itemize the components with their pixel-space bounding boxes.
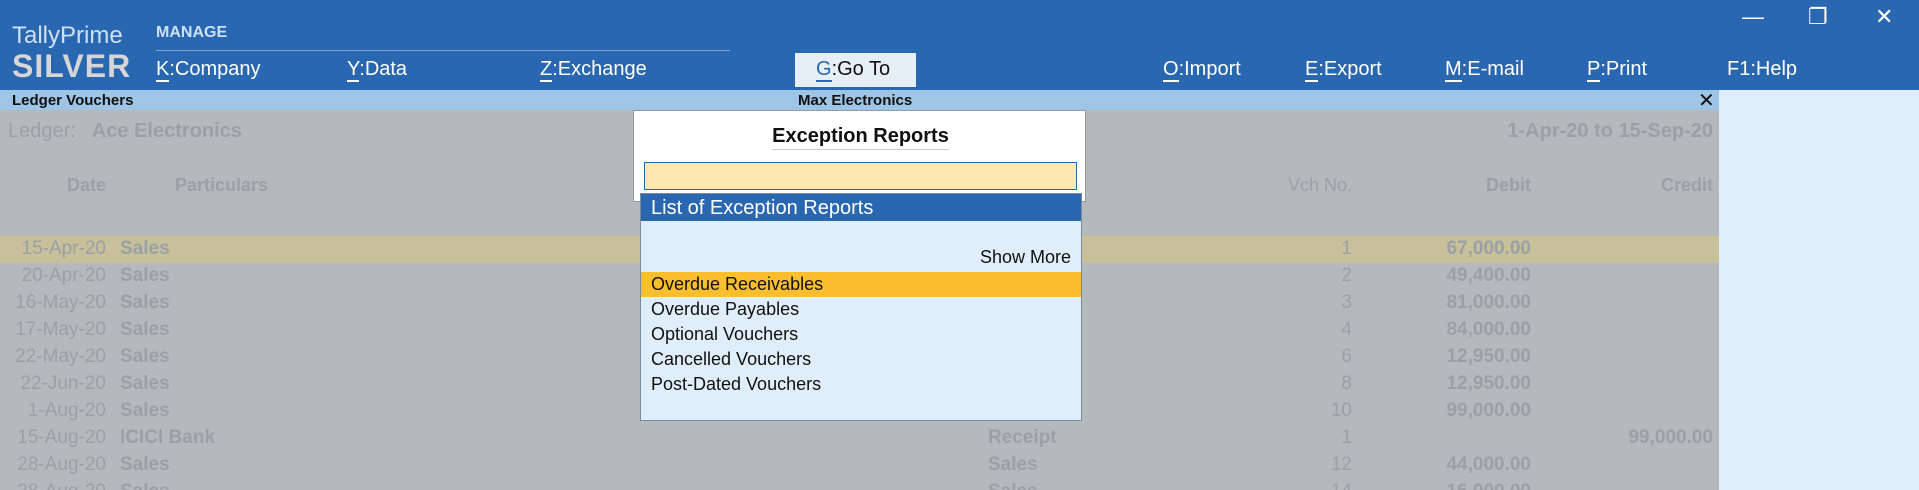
row-debit: 12,950.00 bbox=[1446, 373, 1531, 394]
table-row[interactable]: 28-Aug-20 Sales Sales 12 44,000.00 bbox=[0, 452, 1719, 479]
menu-help[interactable]: F1:Help bbox=[1727, 58, 1797, 81]
row-particulars: Sales bbox=[120, 454, 170, 475]
manage-section-label: MANAGE bbox=[156, 24, 228, 41]
row-date: 15-Apr-20 bbox=[21, 238, 107, 259]
row-date: 28-Aug-20 bbox=[17, 481, 106, 490]
ledger-label: Ledger: bbox=[8, 120, 76, 142]
column-header-credit: Credit bbox=[1660, 175, 1713, 195]
button-bar-pane bbox=[1719, 90, 1919, 490]
list-item-optional-vouchers[interactable]: Optional Vouchers bbox=[641, 322, 1081, 347]
row-vch-no: 2 bbox=[1341, 265, 1352, 286]
row-vch-no: 3 bbox=[1341, 292, 1352, 313]
row-particulars: Sales bbox=[120, 265, 170, 286]
row-debit: 67,000.00 bbox=[1446, 238, 1531, 259]
row-particulars: Sales bbox=[120, 238, 170, 259]
table-row[interactable]: 15-Aug-20 ICICI Bank Receipt 1 99,000.00 bbox=[0, 425, 1719, 452]
close-window-icon[interactable]: ✕ bbox=[1875, 4, 1893, 30]
edition-label: SILVER bbox=[12, 48, 132, 84]
report-title-bar: Ledger Vouchers Max Electronics ✕ bbox=[0, 90, 1719, 112]
menu-go-to[interactable]: G:Go To bbox=[795, 53, 916, 87]
app-name: TallyPrime bbox=[12, 22, 123, 49]
report-period: 1-Apr-20 to 15-Sep-20 bbox=[1507, 120, 1713, 142]
menu-print[interactable]: P:Print bbox=[1587, 58, 1647, 82]
top-menu-bar: TallyPrime SILVER MANAGE K:Company Y:Dat… bbox=[0, 0, 1919, 90]
minimize-icon[interactable]: — bbox=[1742, 4, 1764, 30]
row-particulars: Sales bbox=[120, 400, 170, 421]
row-vch-no: 8 bbox=[1341, 373, 1352, 394]
row-debit: 81,000.00 bbox=[1446, 292, 1531, 313]
row-debit: 99,000.00 bbox=[1446, 400, 1531, 421]
menu-exchange[interactable]: Z:Exchange bbox=[540, 58, 647, 82]
menu-company[interactable]: K:Company bbox=[156, 58, 261, 82]
exception-reports-list: List of Exception Reports Show More Over… bbox=[640, 193, 1082, 421]
row-vch-no: 6 bbox=[1341, 346, 1352, 367]
row-particulars: ICICI Bank bbox=[120, 427, 216, 448]
row-particulars: Sales bbox=[120, 481, 170, 490]
ledger-header: Ledger: Ace Electronics bbox=[8, 120, 242, 143]
column-header-debit: Debit bbox=[1486, 175, 1531, 195]
row-vch-no: 1 bbox=[1341, 238, 1352, 259]
dialog-title: Exception Reports bbox=[634, 125, 1087, 150]
row-date: 1-Aug-20 bbox=[27, 400, 106, 421]
row-particulars: Sales bbox=[120, 292, 170, 313]
row-date: 15-Aug-20 bbox=[17, 427, 106, 448]
row-debit: 44,000.00 bbox=[1446, 454, 1531, 475]
row-vch-no: 12 bbox=[1330, 454, 1352, 475]
tally-window: TallyPrime SILVER MANAGE K:Company Y:Dat… bbox=[0, 0, 1919, 490]
row-debit: 16,000.00 bbox=[1446, 481, 1531, 490]
row-particulars: Sales bbox=[120, 319, 170, 340]
list-title: List of Exception Reports bbox=[641, 194, 1081, 221]
row-date: 17-May-20 bbox=[15, 319, 106, 340]
row-vch-no: 10 bbox=[1330, 400, 1352, 421]
menu-import[interactable]: O:Import bbox=[1163, 58, 1241, 82]
row-particulars: Sales bbox=[120, 346, 170, 367]
exception-reports-dialog: Exception Reports bbox=[633, 110, 1086, 202]
row-debit: 49,400.00 bbox=[1446, 265, 1531, 286]
show-more-button[interactable]: Show More bbox=[980, 247, 1071, 268]
list-item-overdue-payables[interactable]: Overdue Payables bbox=[641, 297, 1081, 322]
manage-divider bbox=[156, 50, 730, 51]
row-debit: 12,950.00 bbox=[1446, 346, 1531, 367]
row-voucher-type: Receipt bbox=[988, 427, 1057, 448]
row-voucher-type: Sales bbox=[988, 481, 1038, 490]
menu-email[interactable]: M:E-mail bbox=[1445, 58, 1524, 82]
list-item-overdue-receivables[interactable]: Overdue Receivables bbox=[641, 272, 1081, 297]
row-particulars: Sales bbox=[120, 373, 170, 394]
company-name: Max Electronics bbox=[798, 92, 913, 109]
ledger-name: Ace Electronics bbox=[91, 120, 242, 142]
row-date: 28-Aug-20 bbox=[17, 454, 106, 475]
list-item-cancelled-vouchers[interactable]: Cancelled Vouchers bbox=[641, 347, 1081, 372]
row-vch-no: 1 bbox=[1341, 427, 1352, 448]
row-vch-no: 4 bbox=[1341, 319, 1352, 340]
table-row[interactable]: 28-Aug-20 Sales Sales 14 16,000.00 bbox=[0, 479, 1719, 490]
row-date: 20-Apr-20 bbox=[21, 265, 107, 286]
row-date: 16-May-20 bbox=[15, 292, 106, 313]
exception-report-search-input[interactable] bbox=[644, 162, 1077, 190]
row-debit: 84,000.00 bbox=[1446, 319, 1531, 340]
row-date: 22-May-20 bbox=[15, 346, 106, 367]
list-item-post-dated-vouchers[interactable]: Post-Dated Vouchers bbox=[641, 372, 1081, 397]
menu-data[interactable]: Y:Data bbox=[347, 58, 407, 82]
row-vch-no: 14 bbox=[1331, 481, 1352, 490]
column-header-vch-no: Vch No. bbox=[1287, 175, 1352, 195]
menu-export[interactable]: E:Export bbox=[1305, 58, 1382, 82]
row-voucher-type: Sales bbox=[988, 454, 1038, 475]
column-header-particulars: Particulars bbox=[175, 175, 269, 195]
row-date: 22-Jun-20 bbox=[20, 373, 106, 394]
column-header-date: Date bbox=[66, 175, 106, 195]
report-title: Ledger Vouchers bbox=[12, 92, 134, 109]
row-credit: 99,000.00 bbox=[1628, 427, 1713, 448]
restore-icon[interactable]: ❐ bbox=[1808, 4, 1828, 30]
